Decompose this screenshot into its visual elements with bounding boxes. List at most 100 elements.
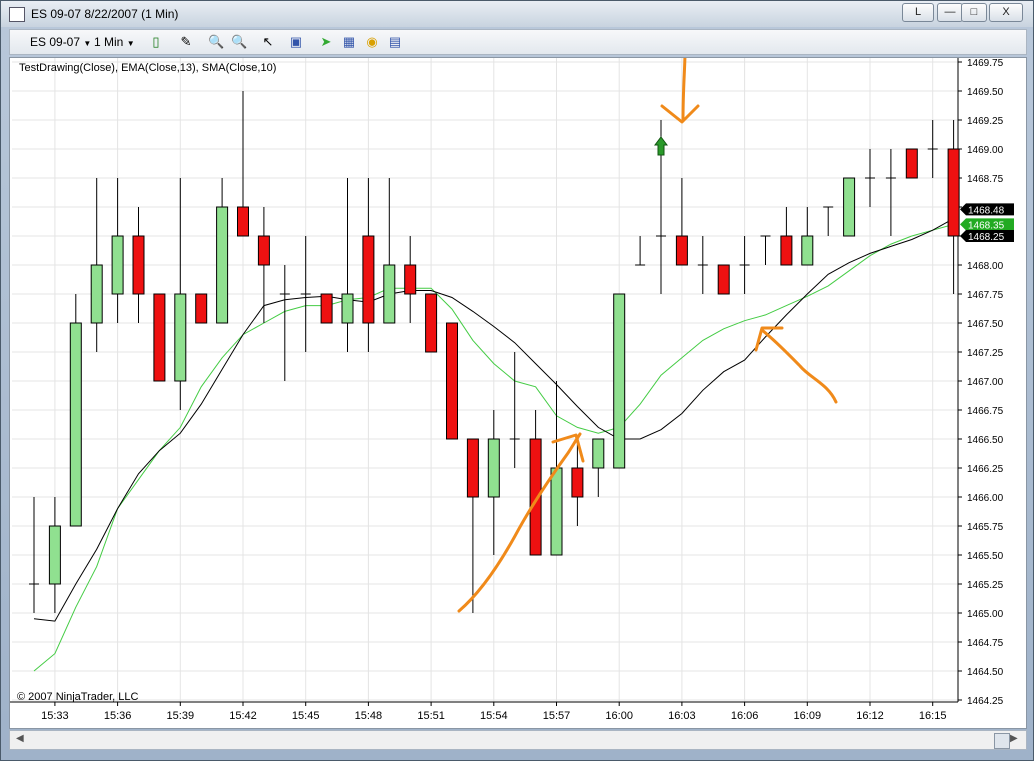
candle-down: [780, 235, 793, 266]
candle-down: [905, 148, 918, 179]
candle-down: [571, 467, 584, 498]
maximize-icon: □: [970, 6, 978, 18]
annotation-arrow-left-stroke: [760, 328, 838, 404]
x-tick-label: 15:57: [543, 710, 571, 722]
properties-icon[interactable]: ▣: [288, 34, 304, 50]
candle-up: [111, 235, 124, 295]
x-tick-label: 15:48: [355, 710, 383, 722]
candle-up: [801, 235, 814, 266]
x-tick-label: 15:39: [167, 710, 195, 722]
x-tick-label: 15:36: [104, 710, 132, 722]
chevron-down-icon: ▼: [126, 39, 135, 48]
chart-panel[interactable]: 1469.75 1469.50 1469.25 1469.00 1468.75 1468.…: [9, 57, 1027, 729]
maximize-button[interactable]: □: [961, 3, 987, 22]
y-tick-label: 1465.00: [967, 609, 1004, 620]
close-button[interactable]: X: [989, 3, 1023, 22]
candle-down: [237, 206, 249, 237]
scroll-right-icon[interactable]: ▶: [1010, 733, 1018, 744]
strategy-icon[interactable]: ➤: [318, 34, 334, 50]
candle-up: [383, 264, 396, 324]
y-tick-label: 1469.25: [967, 116, 1004, 127]
x-tick-label: 15:42: [229, 710, 257, 722]
y-tick-label: 1466.50: [967, 435, 1004, 446]
candle-down: [947, 148, 960, 237]
candle-up: [216, 206, 229, 324]
interval-selector[interactable]: 1 Min ▼: [94, 35, 135, 49]
candle-down: [446, 322, 458, 440]
minimize-icon: —: [944, 6, 956, 18]
price-label-text: 1468.25: [968, 232, 1005, 243]
candle-down: [717, 264, 730, 295]
candle-down: [362, 235, 375, 324]
candle-down: [257, 235, 270, 266]
scroll-left-icon[interactable]: ◀: [16, 733, 24, 744]
x-tick-label: 16:06: [731, 710, 759, 722]
app-chart-icon: [9, 7, 25, 22]
candle-up: [69, 322, 82, 527]
candle-down: [320, 293, 333, 324]
annotation-arrow-down-stroke: [681, 58, 687, 122]
data-box-icon[interactable]: ▤: [387, 34, 403, 50]
signal-up-arrow: [654, 136, 668, 156]
chart-style-icon[interactable]: ▦: [341, 34, 357, 50]
candle-up: [90, 264, 103, 324]
y-tick-label: 1464.25: [967, 696, 1004, 707]
candle-up: [843, 177, 856, 237]
candle-down: [466, 438, 479, 498]
annotation-arrow-left-head: [754, 326, 784, 352]
cursor-icon[interactable]: ↖: [260, 34, 276, 50]
y-tick-label: 1466.00: [967, 493, 1004, 504]
candle-up: [48, 525, 61, 585]
x-tick-label: 16:15: [919, 710, 947, 722]
y-tick-label: 1466.25: [967, 464, 1004, 475]
candle-up: [613, 293, 626, 469]
candle-down: [195, 293, 208, 324]
y-tick-label: 1468.75: [967, 174, 1004, 185]
window-title: ES 09-07 8/22/2007 (1 Min): [31, 7, 179, 21]
x-tick-label: 15:33: [41, 710, 69, 722]
title-bar: ES 09-07 8/22/2007 (1 Min) L — □ X: [1, 1, 1033, 27]
price-label-text: 1468.48: [968, 205, 1005, 216]
x-tick-label: 15:54: [480, 710, 508, 722]
y-tick-label: 1468.00: [967, 261, 1004, 272]
y-tick-label: 1469.75: [967, 58, 1004, 69]
instrument-selector[interactable]: ES 09-07 ▼: [30, 35, 91, 49]
scroll-thumb[interactable]: [994, 733, 1010, 749]
price-label-text: 1468.35: [968, 220, 1005, 231]
candle-up: [487, 438, 500, 498]
x-tick-label: 16:00: [605, 710, 633, 722]
candle-down: [132, 235, 145, 295]
x-tick-label: 15:45: [292, 710, 320, 722]
candle-up: [174, 293, 187, 382]
y-tick-label: 1467.50: [967, 319, 1004, 330]
chevron-down-icon: ▼: [83, 39, 92, 48]
candle-down: [675, 235, 688, 266]
candle-up: [592, 438, 605, 469]
zoom-out-icon[interactable]: 🔍: [231, 34, 247, 50]
zoom-in-icon[interactable]: 🔍: [208, 34, 224, 50]
y-tick-label: 1467.00: [967, 377, 1004, 388]
y-tick-label: 1464.75: [967, 638, 1004, 649]
y-tick-label: 1465.50: [967, 551, 1004, 562]
coin-icon[interactable]: ◉: [364, 34, 380, 50]
candle-up: [341, 293, 354, 324]
x-tick-label: 15:51: [417, 710, 445, 722]
candle-down: [425, 293, 438, 353]
pencil-icon[interactable]: ✎: [178, 34, 194, 50]
y-tick-label: 1465.75: [967, 522, 1004, 533]
y-tick-label: 1466.75: [967, 406, 1004, 417]
y-tick-label: 1467.75: [967, 290, 1004, 301]
candlestick-icon[interactable]: ▯: [148, 34, 164, 50]
y-tick-label: 1469.50: [967, 87, 1004, 98]
price-chart: 1469.75 1469.50 1469.25 1469.00 1468.75 1468.…: [10, 58, 1014, 722]
copyright-text: © 2007 NinjaTrader, LLC: [17, 691, 139, 703]
x-tick-label: 16:09: [794, 710, 822, 722]
x-tick-label: 16:03: [668, 710, 696, 722]
horizontal-scrollbar[interactable]: ◀ ▶: [9, 730, 1027, 750]
indicator-label: TestDrawing(Close), EMA(Close,13), SMA(C…: [19, 62, 277, 74]
minimize-button[interactable]: —: [937, 3, 963, 22]
y-tick-label: 1467.25: [967, 348, 1004, 359]
chart-window: ES 09-07 8/22/2007 (1 Min) L — □ X ES 09…: [0, 0, 1034, 761]
link-button[interactable]: L: [902, 3, 934, 22]
y-tick-label: 1464.50: [967, 667, 1004, 678]
